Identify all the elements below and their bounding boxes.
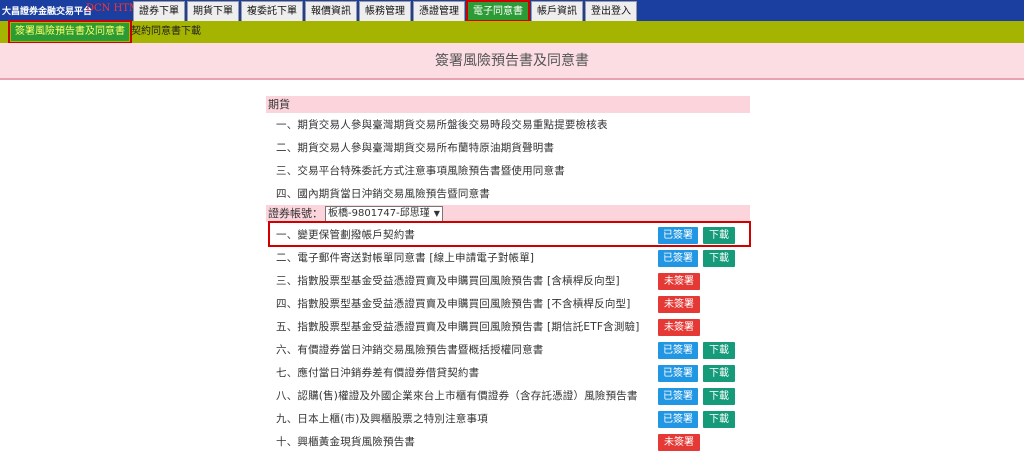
futures-item-label[interactable]: 一、期貨交易人參與臺灣期貨交易所盤後交易時段交易重點提要檢核表 bbox=[276, 114, 608, 136]
securities-item-label[interactable]: 十、興櫃黃金現貨風險預告書 bbox=[276, 431, 415, 453]
chevron-down-icon: ▼ bbox=[433, 209, 440, 218]
download-button[interactable]: 下載 bbox=[703, 388, 735, 405]
menu-logout-login[interactable]: 登出登入 bbox=[585, 1, 637, 21]
menu-quote-info[interactable]: 報價資訊 bbox=[305, 1, 357, 21]
download-button[interactable]: 下載 bbox=[703, 227, 735, 244]
unsigned-status-button[interactable]: 未簽署 bbox=[658, 273, 700, 290]
securities-item-label[interactable]: 五、指數股票型基金受益憑證買賣及申購買回風險預告書 [期信託ETF含測驗] bbox=[276, 316, 640, 338]
subnav-contract-download[interactable]: 契約同意書下載 bbox=[131, 24, 201, 40]
futures-item: 四、國內期貨當日沖銷交易風險預告暨同意書 bbox=[266, 183, 750, 205]
futures-item-label[interactable]: 二、期貨交易人參與臺灣期貨交易所布蘭特原油期貨聲明書 bbox=[276, 137, 554, 159]
menu-stock-order[interactable]: 證券下單 bbox=[133, 1, 185, 21]
futures-item: 三、交易平台特殊委託方式注意事項風險預告書暨使用同意書 bbox=[266, 160, 750, 182]
securities-item-label[interactable]: 四、指數股票型基金受益憑證買賣及申購買回風險預告書 [不含槓桿反向型] bbox=[276, 293, 631, 315]
securities-item: 四、指數股票型基金受益憑證買賣及申購買回風險預告書 [不含槓桿反向型] 未簽署 bbox=[266, 293, 750, 315]
securities-item: 八、認購(售)權證及外國企業來台上市櫃有價證券（含存託憑證）風險預告書 已簽署 下載 bbox=[266, 385, 750, 407]
securities-item: 三、指數股票型基金受益憑證買賣及申購買回風險預告書 [含槓桿反向型] 未簽署 bbox=[266, 270, 750, 292]
download-button[interactable]: 下載 bbox=[703, 342, 735, 359]
account-label: 證券帳號： bbox=[268, 207, 323, 220]
securities-item-label[interactable]: 九、日本上櫃(市)及興櫃股票之特別注意事項 bbox=[276, 408, 488, 430]
futures-section-header: 期貨 bbox=[266, 96, 750, 113]
securities-item: 九、日本上櫃(市)及興櫃股票之特別注意事項 已簽署 下載 bbox=[266, 408, 750, 430]
subnav-sign-risk-disclosure[interactable]: 簽署風險預告書及同意書 bbox=[8, 20, 132, 44]
signed-status-button[interactable]: 已簽署 bbox=[658, 250, 698, 267]
futures-item: 二、期貨交易人參與臺灣期貨交易所布蘭特原油期貨聲明書 bbox=[266, 137, 750, 159]
unsigned-status-button[interactable]: 未簽署 bbox=[658, 296, 700, 313]
page-title: 簽署風險預告書及同意書 bbox=[0, 43, 1024, 80]
securities-section-header: 證券帳號： 板橋-9801747-邱思瑾 ▼ bbox=[266, 205, 750, 222]
signed-status-button[interactable]: 已簽署 bbox=[658, 342, 698, 359]
securities-item: 五、指數股票型基金受益憑證買賣及申購買回風險預告書 [期信託ETF含測驗] 未簽署 bbox=[266, 316, 750, 338]
securities-item-label[interactable]: 一、變更保管劃撥帳戶契約書 bbox=[276, 224, 415, 246]
securities-item: 七、應付當日沖銷券差有價證券借貸契約書 已簽署 下載 bbox=[266, 362, 750, 384]
securities-item-label[interactable]: 六、有價證券當日沖銷交易風險預告書暨概括授權同意書 bbox=[276, 339, 544, 361]
unsigned-status-button[interactable]: 未簽署 bbox=[658, 434, 700, 451]
download-button[interactable]: 下載 bbox=[703, 365, 735, 382]
signed-status-button[interactable]: 已簽署 bbox=[658, 227, 698, 244]
signed-status-button[interactable]: 已簽署 bbox=[658, 365, 698, 382]
securities-item-label[interactable]: 七、應付當日沖銷券差有價證券借貸契約書 bbox=[276, 362, 479, 384]
futures-item-label[interactable]: 四、國內期貨當日沖銷交易風險預告暨同意書 bbox=[276, 183, 490, 205]
securities-item: 十、興櫃黃金現貨風險預告書 未簽署 bbox=[266, 431, 750, 453]
securities-item: 一、變更保管劃撥帳戶契約書 已簽署 下載 bbox=[266, 224, 750, 246]
download-button[interactable]: 下載 bbox=[703, 250, 735, 267]
brand-logo-text: 大昌證券金融交易平台 bbox=[2, 7, 93, 17]
menu-account-info[interactable]: 帳戶資訊 bbox=[531, 1, 583, 21]
menu-electronic-consent[interactable]: 電子同意書 bbox=[466, 0, 530, 22]
menu-certificate-management[interactable]: 憑證管理 bbox=[413, 1, 465, 21]
account-select-value: 板橋-9801747-邱思瑾 bbox=[328, 208, 430, 219]
unsigned-status-button[interactable]: 未簽署 bbox=[658, 319, 700, 336]
securities-item-label[interactable]: 二、電子郵件寄送對帳單同意書 [線上申請電子對帳單] bbox=[276, 247, 534, 269]
securities-item: 六、有價證券當日沖銷交易風險預告書暨概括授權同意書 已簽署 下載 bbox=[266, 339, 750, 361]
sub-navigation-bar: 簽署風險預告書及同意書 契約同意書下載 bbox=[0, 20, 1024, 44]
top-navigation-bar: 大昌證券金融交易平台 DCN HTML5 證券下單 期貨下單 複委託下單 報價資… bbox=[0, 0, 1024, 22]
account-select[interactable]: 板橋-9801747-邱思瑾 ▼ bbox=[325, 205, 443, 222]
signed-status-button[interactable]: 已簽署 bbox=[658, 388, 698, 405]
menu-sub-brokerage-order[interactable]: 複委託下單 bbox=[241, 1, 303, 21]
download-button[interactable]: 下載 bbox=[703, 411, 735, 428]
signed-status-button[interactable]: 已簽署 bbox=[658, 411, 698, 428]
securities-item-label[interactable]: 八、認購(售)權證及外國企業來台上市櫃有價證券（含存託憑證）風險預告書 bbox=[276, 385, 638, 407]
menu-futures-order[interactable]: 期貨下單 bbox=[187, 1, 239, 21]
futures-item-label[interactable]: 三、交易平台特殊委託方式注意事項風險預告書暨使用同意書 bbox=[276, 160, 565, 182]
futures-item: 一、期貨交易人參與臺灣期貨交易所盤後交易時段交易重點提要檢核表 bbox=[266, 114, 750, 136]
menu-account-management[interactable]: 帳務管理 bbox=[359, 1, 411, 21]
securities-item: 二、電子郵件寄送對帳單同意書 [線上申請電子對帳單] 已簽署 下載 bbox=[266, 247, 750, 269]
main-menu: 證券下單 期貨下單 複委託下單 報價資訊 帳務管理 憑證管理 電子同意書 帳戶資… bbox=[133, 0, 637, 22]
securities-item-label[interactable]: 三、指數股票型基金受益憑證買賣及申購買回風險預告書 [含槓桿反向型] bbox=[276, 270, 620, 292]
